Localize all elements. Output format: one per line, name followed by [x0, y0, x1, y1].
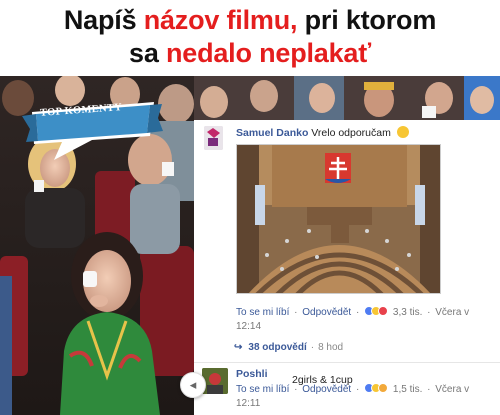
separator: ·: [427, 384, 431, 395]
separator: ·: [427, 307, 431, 318]
sad-reaction-icon: [378, 383, 389, 393]
reactions-count[interactable]: 3,3 tis.: [393, 307, 422, 318]
avatar[interactable]: [202, 368, 228, 394]
headline-text: Napíš: [63, 5, 144, 35]
comments-panel: Samuel Danko Vrelo odporučam To se mi lí…: [194, 120, 500, 415]
separator: ·: [294, 384, 298, 395]
avatar[interactable]: [204, 126, 223, 150]
reply-arrow-icon: ↪: [234, 342, 243, 353]
comment-actions: To se mi líbí · Odpovědět · 3,3 tis. · V…: [236, 306, 486, 334]
headline: Napíš názov filmu, pri ktorom sa nedalo …: [0, 0, 500, 76]
angry-reaction-icon: [378, 306, 389, 316]
comment-author[interactable]: Poshli: [236, 368, 268, 380]
parliament-photo[interactable]: [236, 144, 441, 294]
like-link[interactable]: To se mi líbí: [236, 384, 289, 395]
headline-text: pri ktorom: [297, 5, 437, 35]
like-link[interactable]: To se mi líbí: [236, 307, 289, 318]
separator: ·: [294, 307, 298, 318]
comment-text: Vrelo odporučam: [311, 127, 391, 139]
crowd-photo: [194, 76, 500, 120]
headline-line-2: sa nedalo neplakať: [0, 37, 500, 70]
comment-header: Samuel Danko Vrelo odporučam: [236, 126, 409, 139]
play-icon: ◂: [189, 377, 197, 392]
headline-line-1: Napíš názov filmu, pri ktorom: [0, 0, 500, 37]
separator: ·: [310, 342, 315, 353]
replies-count[interactable]: 38 odpovědí: [248, 342, 306, 353]
reply-link[interactable]: Odpovědět: [302, 384, 351, 395]
separator: ·: [355, 307, 360, 318]
comment-author[interactable]: Samuel Danko: [236, 127, 308, 139]
replies-time: 8 hod: [318, 342, 344, 353]
headline-highlight: názov filmu,: [143, 5, 298, 35]
comment-header: Poshli: [236, 368, 268, 380]
reply-link[interactable]: Odpovědět: [302, 307, 351, 318]
separator: ·: [355, 384, 360, 395]
comment-actions: To se mi líbí · Odpovědět · 1,5 tis. · V…: [236, 383, 486, 411]
smile-emoji-icon: [396, 126, 409, 138]
headline-highlight: nedalo neplakať: [165, 38, 371, 68]
reactions-count[interactable]: 1,5 tis.: [393, 384, 422, 395]
view-replies-link[interactable]: ↪ 38 odpovědí · 8 hod: [234, 342, 343, 353]
headline-text: sa: [129, 38, 166, 68]
more-button[interactable]: ◂: [180, 372, 206, 398]
divider: [194, 362, 500, 363]
